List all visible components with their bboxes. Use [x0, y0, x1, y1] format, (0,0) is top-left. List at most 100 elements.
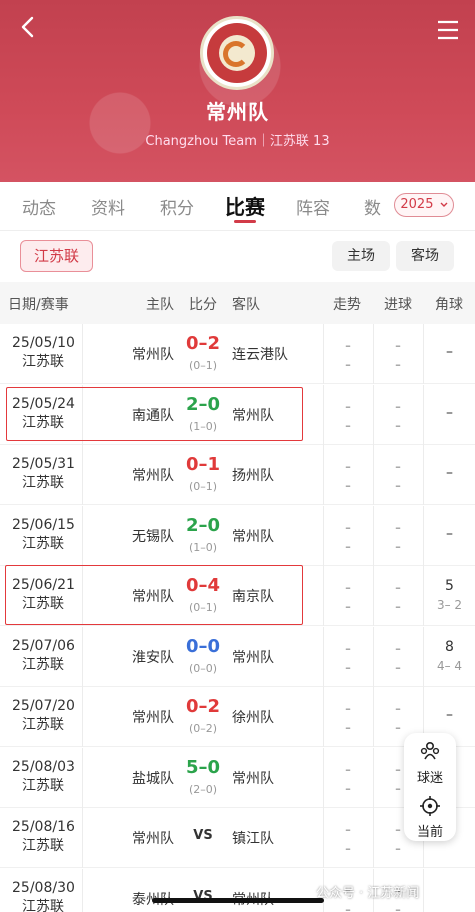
match-row[interactable]: 25/05/31 江苏联 常州队 0–1 (0–1) 扬州队 – – – – –: [0, 445, 475, 505]
match-row[interactable]: 25/07/20 江苏联 常州队 0–2 (0–2) 徐州队 – – – – –: [0, 687, 475, 747]
match-league: 江苏联: [22, 535, 64, 552]
corners-split: 3– 2: [436, 598, 463, 612]
match-score: 0–2: [185, 696, 221, 717]
match-league: 江苏联: [22, 717, 64, 733]
fans-button-label[interactable]: 球迷: [404, 767, 456, 786]
match-date-league: 25/08/30 江苏联: [12, 879, 75, 912]
match-score: 0–0: [185, 635, 221, 657]
tab-profile[interactable]: 资料: [91, 194, 125, 219]
corners-total: –: [446, 404, 453, 421]
match-score: VS: [193, 828, 213, 843]
goals-value: – –: [395, 399, 401, 432]
tab-news[interactable]: 动态: [22, 194, 56, 219]
trend-value: – –: [345, 339, 351, 371]
away-team: 常州队: [232, 770, 274, 787]
match-date: 25/05/10: [12, 335, 75, 351]
goals-value: – –: [395, 460, 401, 492]
back-arrow-icon[interactable]: [18, 16, 40, 38]
match-score: 0–1: [185, 454, 221, 475]
match-row[interactable]: 25/05/10 江苏联 常州队 0–2 (0–1) 连云港队 – – – – –: [0, 324, 475, 384]
match-score: 5–0: [185, 756, 221, 778]
match-date-league: 25/07/06 江苏联: [12, 637, 75, 675]
match-date-league: 25/05/31 江苏联: [12, 455, 75, 493]
goals-value: – –: [395, 641, 401, 674]
home-team: 常州队: [132, 468, 174, 484]
match-date-league: 25/08/16 江苏联: [12, 818, 75, 856]
home-filter-button[interactable]: 主场: [332, 241, 390, 271]
home-team: 常州队: [132, 710, 174, 726]
tab-bar: 动态 资料 积分 比赛 阵容 数 2025: [0, 182, 475, 230]
locate-icon[interactable]: [419, 795, 441, 817]
away-team: 连云港队: [232, 347, 288, 363]
match-league: 江苏联: [22, 354, 64, 370]
match-date-league: 25/07/20 江苏联: [12, 697, 75, 735]
corners-total: –: [446, 344, 453, 360]
match-date: 25/08/30: [12, 879, 75, 896]
trend-value: – –: [345, 823, 351, 855]
corners-total: 8: [445, 638, 454, 655]
away-team: 徐州队: [232, 710, 274, 726]
goals-value: – –: [395, 520, 401, 553]
goals-value: – –: [395, 339, 401, 371]
table-header: 日期/赛事 主队 比分 客队 走势 进球 角球: [0, 282, 475, 324]
match-date: 25/05/31: [12, 456, 75, 472]
halftime-score: (1–0): [188, 540, 218, 554]
match-date-league: 25/08/03 江苏联: [12, 758, 75, 796]
match-row[interactable]: 25/07/06 江苏联 淮安队 0–0 (0–0) 常州队 – – – – 8 4– 4: [0, 626, 475, 687]
tab-matches[interactable]: 比赛: [225, 191, 265, 220]
match-date: 25/07/20: [12, 698, 75, 714]
match-row[interactable]: 25/06/15 江苏联 无锡队 2–0 (1–0) 常州队 – – – – –: [0, 505, 475, 566]
tab-stats[interactable]: 数: [364, 194, 381, 219]
goals-value: – –: [395, 581, 401, 613]
year-dropdown[interactable]: 2025: [394, 193, 454, 217]
halftime-score: (2–0): [188, 782, 218, 796]
league-filter-chip[interactable]: 江苏联: [20, 240, 93, 272]
match-score: 0–2: [185, 333, 221, 354]
corners-total: –: [446, 525, 453, 542]
header-score: 比分: [189, 297, 217, 313]
tab-standings[interactable]: 积分: [160, 194, 194, 219]
current-button-label[interactable]: 当前: [404, 821, 456, 840]
home-team: 无锡队: [132, 528, 174, 545]
fans-icon[interactable]: [419, 741, 441, 761]
away-team: 常州队: [232, 528, 274, 545]
header-goals: 进球: [384, 297, 412, 313]
year-value: 2025: [400, 197, 434, 212]
match-date-league: 25/05/10 江苏联: [12, 334, 75, 372]
trend-value: – –: [345, 762, 351, 795]
halftime-score: (0–2): [188, 722, 218, 735]
tab-lineup[interactable]: 阵容: [296, 194, 330, 219]
chevron-down-icon: [440, 202, 448, 207]
match-date: 25/08/03: [12, 758, 75, 775]
match-league: 江苏联: [22, 838, 64, 854]
away-team: 镇江队: [232, 831, 274, 847]
home-indicator: [152, 898, 324, 903]
header-date: 日期/赛事: [8, 297, 69, 313]
away-team: 常州队: [232, 649, 274, 666]
corners-total: –: [446, 707, 453, 723]
home-team: 常州队: [132, 831, 174, 847]
corners-total: –: [446, 465, 453, 481]
header-home: 主队: [146, 297, 174, 313]
away-filter-button[interactable]: 客场: [396, 241, 454, 271]
match-league: 江苏联: [22, 475, 64, 491]
match-league: 江苏联: [22, 656, 64, 673]
menu-icon[interactable]: [437, 20, 459, 40]
trend-value: – –: [345, 399, 351, 432]
match-date-league: 25/06/15 江苏联: [12, 516, 75, 554]
corners-total: 5: [445, 578, 454, 594]
team-subtitle: Changzhou Team｜江苏联 13: [145, 134, 330, 149]
active-tab-indicator: [234, 220, 256, 223]
halftime-score: (0–0): [188, 661, 218, 675]
halftime-score: (0–1): [188, 359, 218, 372]
header-trend: 走势: [333, 297, 361, 313]
trend-value: – –: [345, 460, 351, 492]
trend-value: – –: [345, 641, 351, 674]
team-header: 常州队 Changzhou Team｜江苏联 13: [0, 0, 475, 182]
home-team: 盐城队: [132, 770, 174, 787]
match-league: 江苏联: [22, 777, 64, 794]
divider: [0, 230, 475, 231]
highlight-box: [6, 387, 303, 441]
watermark: 公众号 · 江苏新闻: [316, 886, 420, 901]
trend-value: – –: [345, 520, 351, 553]
